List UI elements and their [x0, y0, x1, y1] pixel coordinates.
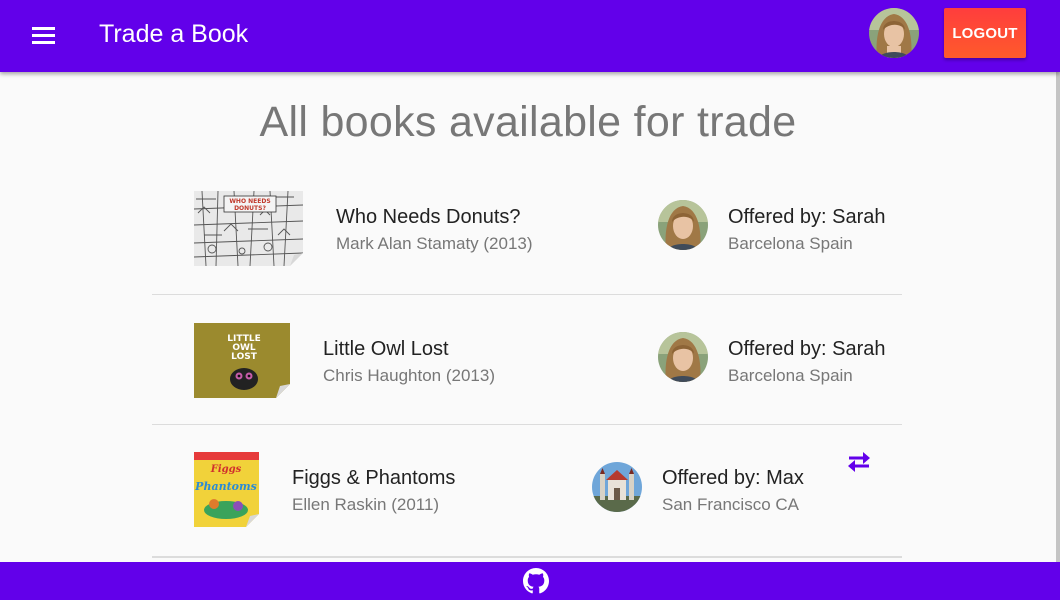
owner-avatar[interactable] [658, 200, 708, 250]
book-cover-image[interactable]: WHO NEEDS DONUTS? [194, 191, 303, 266]
svg-text:WHO NEEDS: WHO NEEDS [229, 198, 270, 205]
app-title[interactable]: Trade a Book [99, 16, 248, 52]
owner-location: San Francisco CA [662, 495, 799, 514]
book-row: Figgs Phantoms Figgs & Phantoms Ellen Ra… [152, 425, 902, 558]
book-author: Mark Alan Stamaty (2013) [336, 234, 533, 253]
offered-by: Offered by: Sarah [728, 338, 886, 360]
scrollbar-thumb[interactable] [1056, 72, 1060, 562]
book-cover-image[interactable]: Figgs Phantoms [194, 452, 259, 527]
book-title[interactable]: Figgs & Phantoms [292, 467, 455, 490]
book-title[interactable]: Who Needs Donuts? [336, 206, 521, 229]
owner-avatar[interactable] [658, 332, 708, 382]
svg-text:DONUTS?: DONUTS? [234, 205, 266, 212]
app-bar: Trade a Book LOGOUT [0, 0, 1060, 72]
github-icon[interactable] [523, 568, 549, 594]
svg-text:Figgs: Figgs [210, 464, 242, 475]
owner-avatar[interactable] [592, 462, 642, 512]
book-row: WHO NEEDS DONUTS? Who Needs Donuts? Mark… [152, 170, 902, 295]
book-cover-image[interactable]: LITTLE OWL LOST [194, 323, 290, 398]
svg-text:LOST: LOST [231, 352, 258, 362]
menu-icon[interactable] [26, 22, 62, 50]
svg-text:Phantoms: Phantoms [194, 480, 257, 493]
book-author: Ellen Raskin (2011) [292, 495, 440, 514]
page-title: All books available for trade [259, 98, 797, 146]
offered-by: Offered by: Max [662, 467, 804, 489]
logout-button[interactable]: LOGOUT [944, 8, 1026, 58]
offered-by: Offered by: Sarah [728, 206, 886, 228]
book-list[interactable]: WHO NEEDS DONUTS? Who Needs Donuts? Mark… [0, 170, 1056, 562]
page-scrollbar[interactable] [1056, 72, 1060, 562]
book-author: Chris Haughton (2013) [323, 366, 495, 385]
book-row: LITTLE OWL LOST Little Owl Lost Chris Ha… [152, 295, 902, 425]
owner-location: Barcelona Spain [728, 234, 853, 253]
footer [0, 562, 1060, 600]
owner-location: Barcelona Spain [728, 366, 853, 385]
trade-request-icon[interactable] [845, 451, 873, 473]
book-title[interactable]: Little Owl Lost [323, 338, 449, 361]
user-avatar[interactable] [869, 8, 919, 58]
